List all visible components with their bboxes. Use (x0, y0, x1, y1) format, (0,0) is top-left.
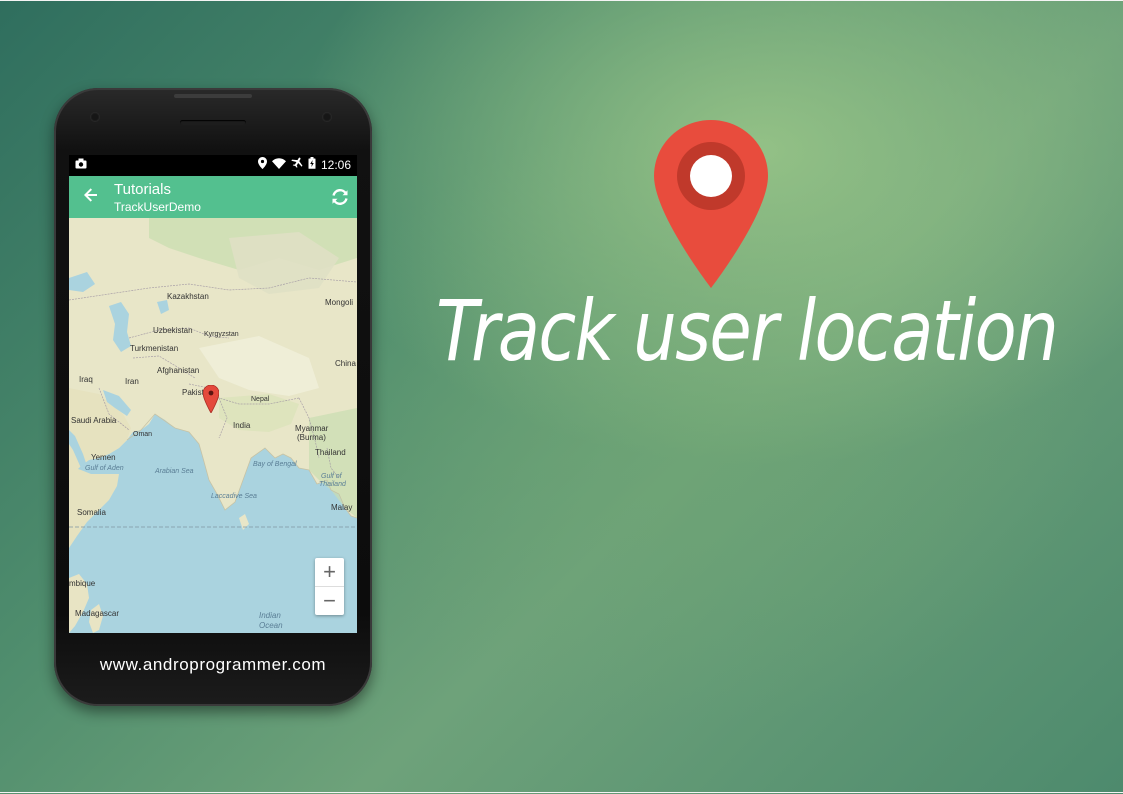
map-label-turkmenistan: Turkmenistan (130, 344, 179, 353)
map-label-oman: Oman (133, 431, 153, 438)
map-label-indian-ocean-2: Ocean (259, 621, 283, 630)
map-label-gulf-of-thailand-2: Thailand (319, 481, 346, 488)
map-label-saudi-arabia: Saudi Arabia (71, 416, 117, 425)
website-url: www.androprogrammer.com (99, 655, 327, 674)
zoom-in-button[interactable]: + (315, 558, 344, 587)
phone-top-slot (174, 94, 252, 98)
map-label-bay-of-bengal: Bay of Bengal (253, 461, 297, 468)
phone-sensor (90, 112, 100, 122)
toolbar-title: Tutorials (114, 181, 171, 198)
airplane-icon (291, 157, 303, 172)
map-label-nepal: Nepal (251, 396, 270, 403)
map-marker-pin-icon[interactable] (202, 384, 220, 418)
map-label-yemen: Yemen (91, 453, 116, 462)
front-camera (322, 112, 332, 122)
headline: Track user location (436, 282, 1059, 380)
map-label-arabian-sea: Arabian Sea (155, 468, 194, 475)
map-label-china: China (335, 359, 356, 368)
map-label-malaysia: Malay (331, 503, 353, 512)
map-label-myanmar: Myanmar (295, 424, 329, 433)
toolbar-subtitle: TrackUserDemo (114, 200, 201, 214)
map-label-gulf-of-thailand: Gulf of (321, 473, 342, 480)
arrow-back-icon[interactable] (81, 185, 103, 207)
map-label-iraq: Iraq (79, 375, 93, 384)
map-view[interactable]: Kazakhstan Mongoli Uzbekistan Kyrgyzstan… (69, 218, 357, 633)
status-time: 12:06 (320, 157, 351, 172)
battery-icon (308, 157, 316, 172)
wifi-icon (271, 157, 286, 172)
location-pin-icon (652, 118, 770, 290)
location-icon (257, 157, 267, 172)
zoom-out-button[interactable]: − (315, 587, 344, 615)
map-label-kyrgyzstan: Kyrgyzstan (204, 331, 239, 338)
map-label-laccadive-sea: Laccadive Sea (211, 493, 257, 500)
map-label-iran: Iran (125, 377, 139, 386)
app-toolbar: Tutorials TrackUserDemo (69, 176, 357, 218)
map-label-kazakhstan: Kazakhstan (167, 292, 209, 301)
top-border (0, 0, 1123, 1)
phone-speaker (180, 120, 246, 125)
map-label-india: India (233, 421, 251, 430)
zoom-controls: + − (315, 558, 344, 615)
map-label-uzbekistan: Uzbekistan (153, 326, 193, 335)
status-bar: 12:06 (69, 155, 357, 176)
map-label-madagascar: Madagascar (75, 609, 120, 618)
phone-screen: 12:06 Tutorials TrackUserDemo Kazakhstan… (69, 155, 357, 633)
refresh-icon[interactable] (329, 186, 351, 208)
screenshot-icon (75, 158, 87, 172)
map-label-mongolia: Mongoli (325, 298, 354, 307)
bottom-border (0, 792, 1123, 793)
map-label-afghanistan: Afghanistan (157, 366, 200, 375)
map-label-indian-ocean: Indian (259, 611, 281, 620)
map-label-somalia: Somalia (77, 508, 106, 517)
map-label-mozambique: mbique (69, 579, 96, 588)
map-label-gulf-of-aden: Gulf of Aden (85, 465, 124, 472)
map-label-thailand: Thailand (315, 448, 346, 457)
map-label-burma: (Burma) (297, 433, 326, 442)
phone-mockup: 12:06 Tutorials TrackUserDemo Kazakhstan… (54, 88, 372, 706)
